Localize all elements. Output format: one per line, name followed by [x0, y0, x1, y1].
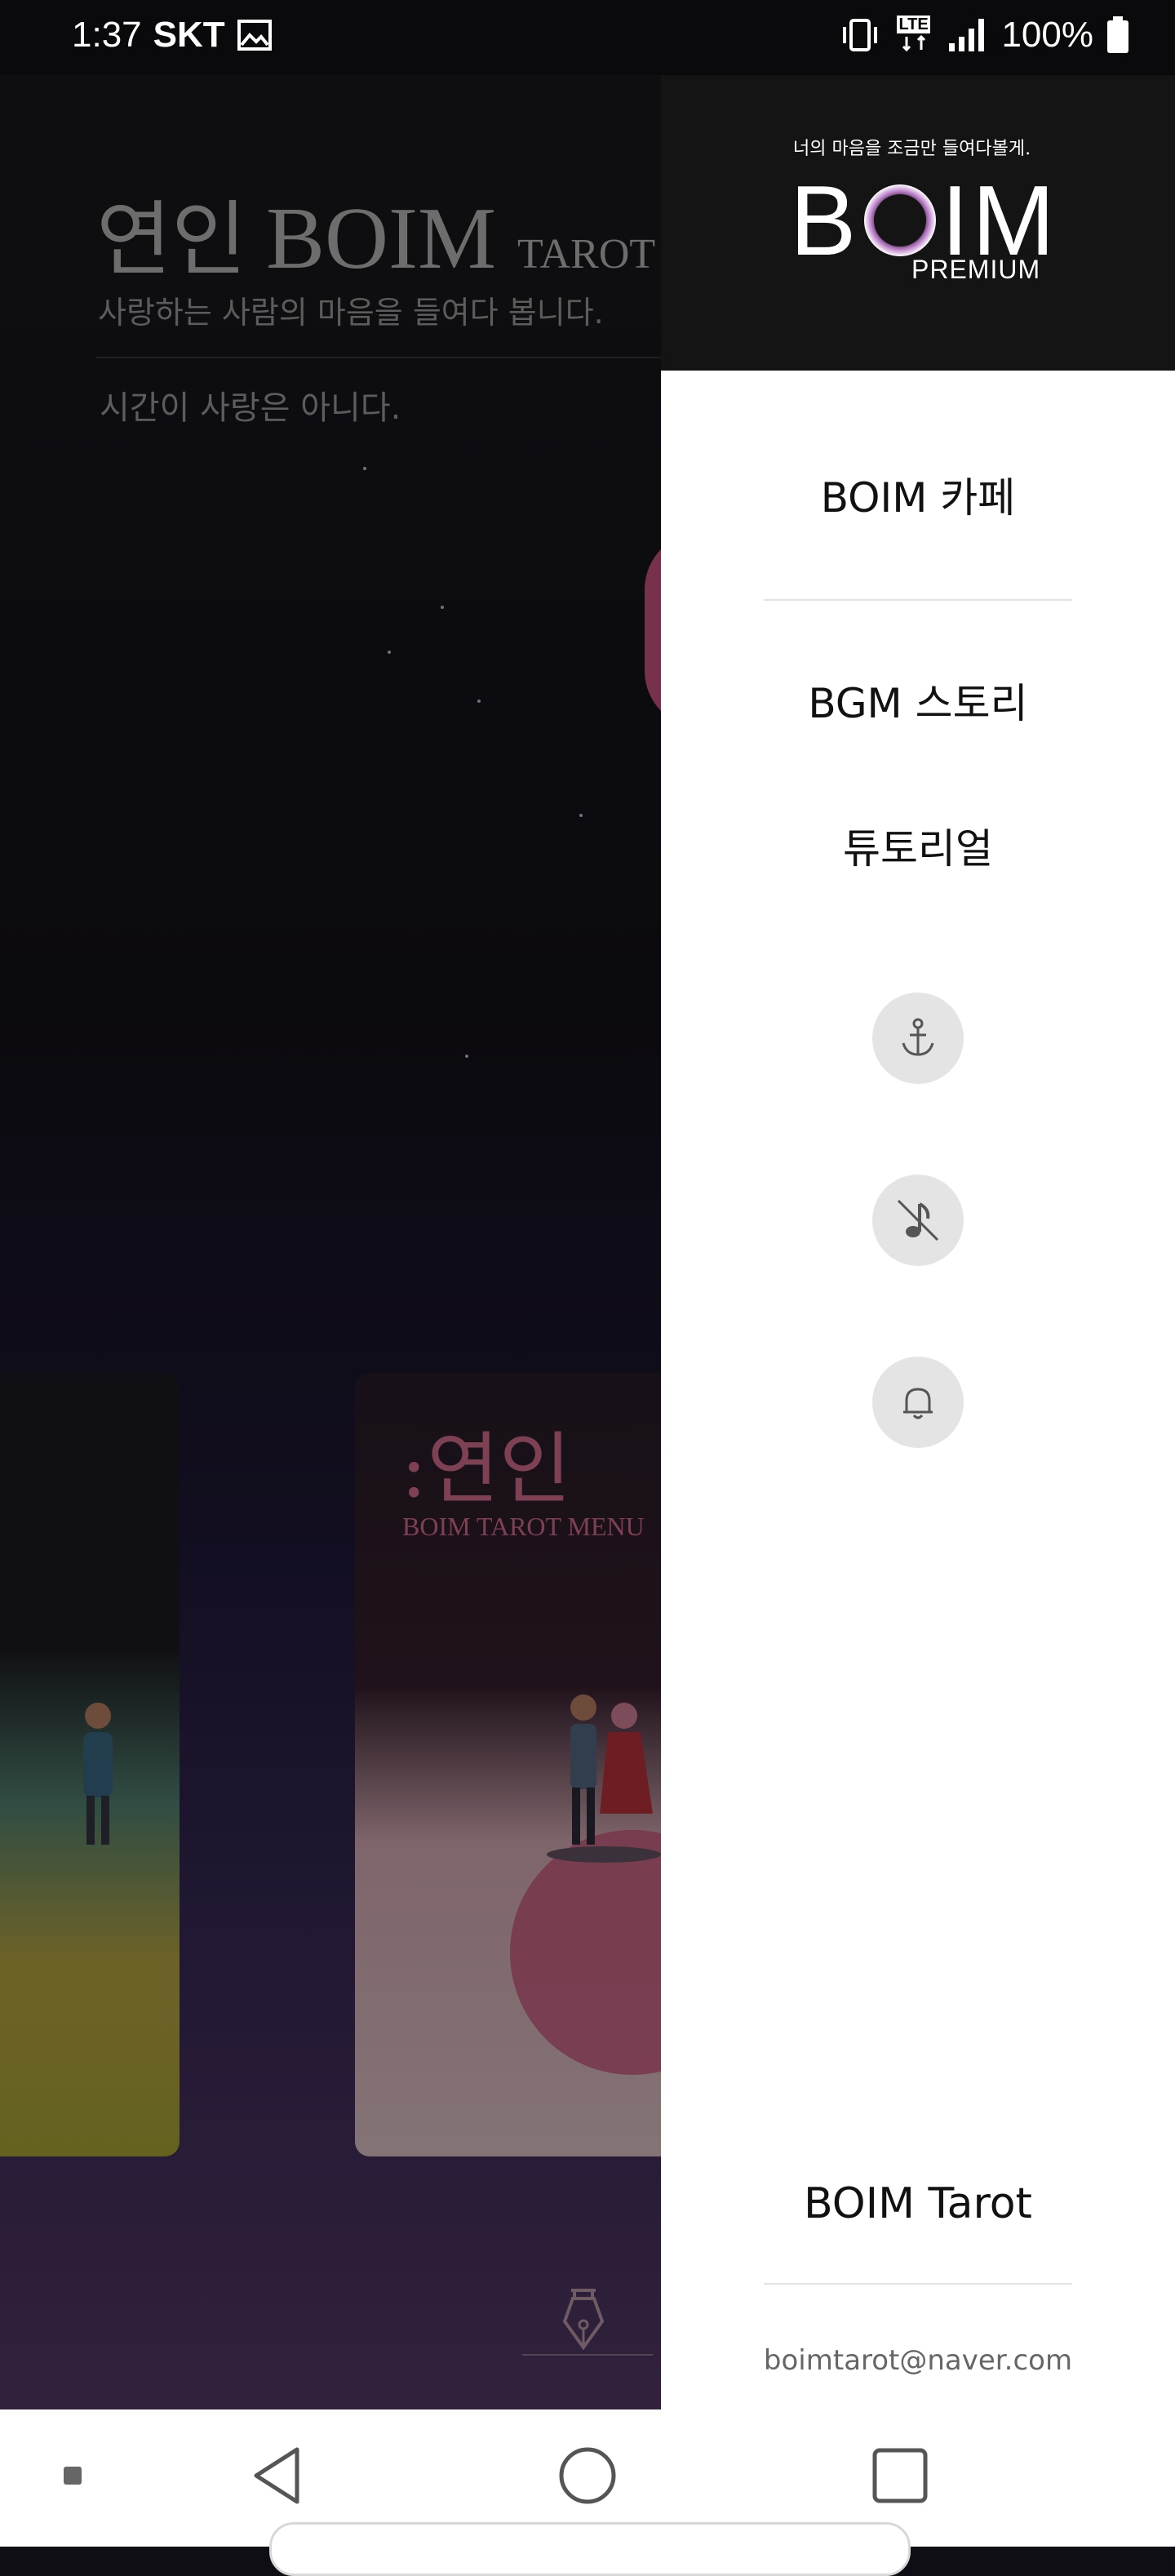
drawer-scrim[interactable] [0, 75, 661, 2409]
logo-letter-b: B [790, 165, 860, 276]
recents-icon [872, 2448, 928, 2503]
recents-button[interactable] [863, 2439, 937, 2512]
drawer-header: 너의 마음을 조금만 들여다볼게. B IM PREMIUM [661, 75, 1175, 371]
nav-dot-button[interactable] [36, 2439, 109, 2512]
back-icon [254, 2447, 299, 2504]
menu-item-bgm-story[interactable]: BGM 스토리 [661, 671, 1175, 730]
boim-logo: B IM [790, 163, 1058, 276]
home-icon [559, 2447, 616, 2504]
logo-tagline: 너의 마음을 조금만 들여다볼게. [793, 139, 1031, 159]
menu-item-cafe[interactable]: BOIM 카페 [661, 465, 1175, 524]
navigation-drawer: 너의 마음을 조금만 들여다볼게. B IM PREMIUM BOIM 카페 B… [661, 75, 1175, 2409]
contact-email[interactable]: boimtarot@naver.com [661, 2344, 1175, 2377]
status-left: 1:37 SKT [72, 15, 273, 56]
dot-icon [64, 2467, 82, 2485]
drawer-app-name: BOIM Tarot [804, 2179, 1032, 2228]
status-bar: 1:37 SKT LTE 100% [0, 0, 1175, 75]
status-carrier: SKT [153, 15, 225, 55]
back-button[interactable] [240, 2439, 313, 2512]
bell-icon [903, 1388, 933, 1419]
footer-divider [764, 2283, 1072, 2285]
logo-edition: PREMIUM [911, 255, 1041, 284]
status-right: LTE 100% [838, 15, 1129, 56]
battery-icon [1107, 16, 1128, 53]
system-nav-bar [0, 2409, 1175, 2576]
logo-ring-icon [864, 184, 937, 256]
battery-percent: 100% [1001, 15, 1093, 55]
anchor-icon [902, 1018, 934, 1056]
home-button[interactable] [551, 2439, 624, 2512]
gallery-icon [237, 20, 272, 51]
vibrate-icon [843, 19, 878, 51]
status-time: 1:37 [72, 15, 142, 55]
notification-button[interactable] [872, 1357, 964, 1448]
anchor-button[interactable] [872, 993, 964, 1084]
music-toggle-button[interactable] [872, 1175, 964, 1266]
music-off-icon [897, 1199, 939, 1241]
lte-icon: LTE [895, 16, 934, 53]
menu-item-tutorial[interactable]: 튜토리얼 [661, 816, 1175, 875]
gesture-handle[interactable] [269, 2522, 911, 2576]
menu-divider [764, 599, 1072, 601]
signal-icon [949, 19, 985, 51]
